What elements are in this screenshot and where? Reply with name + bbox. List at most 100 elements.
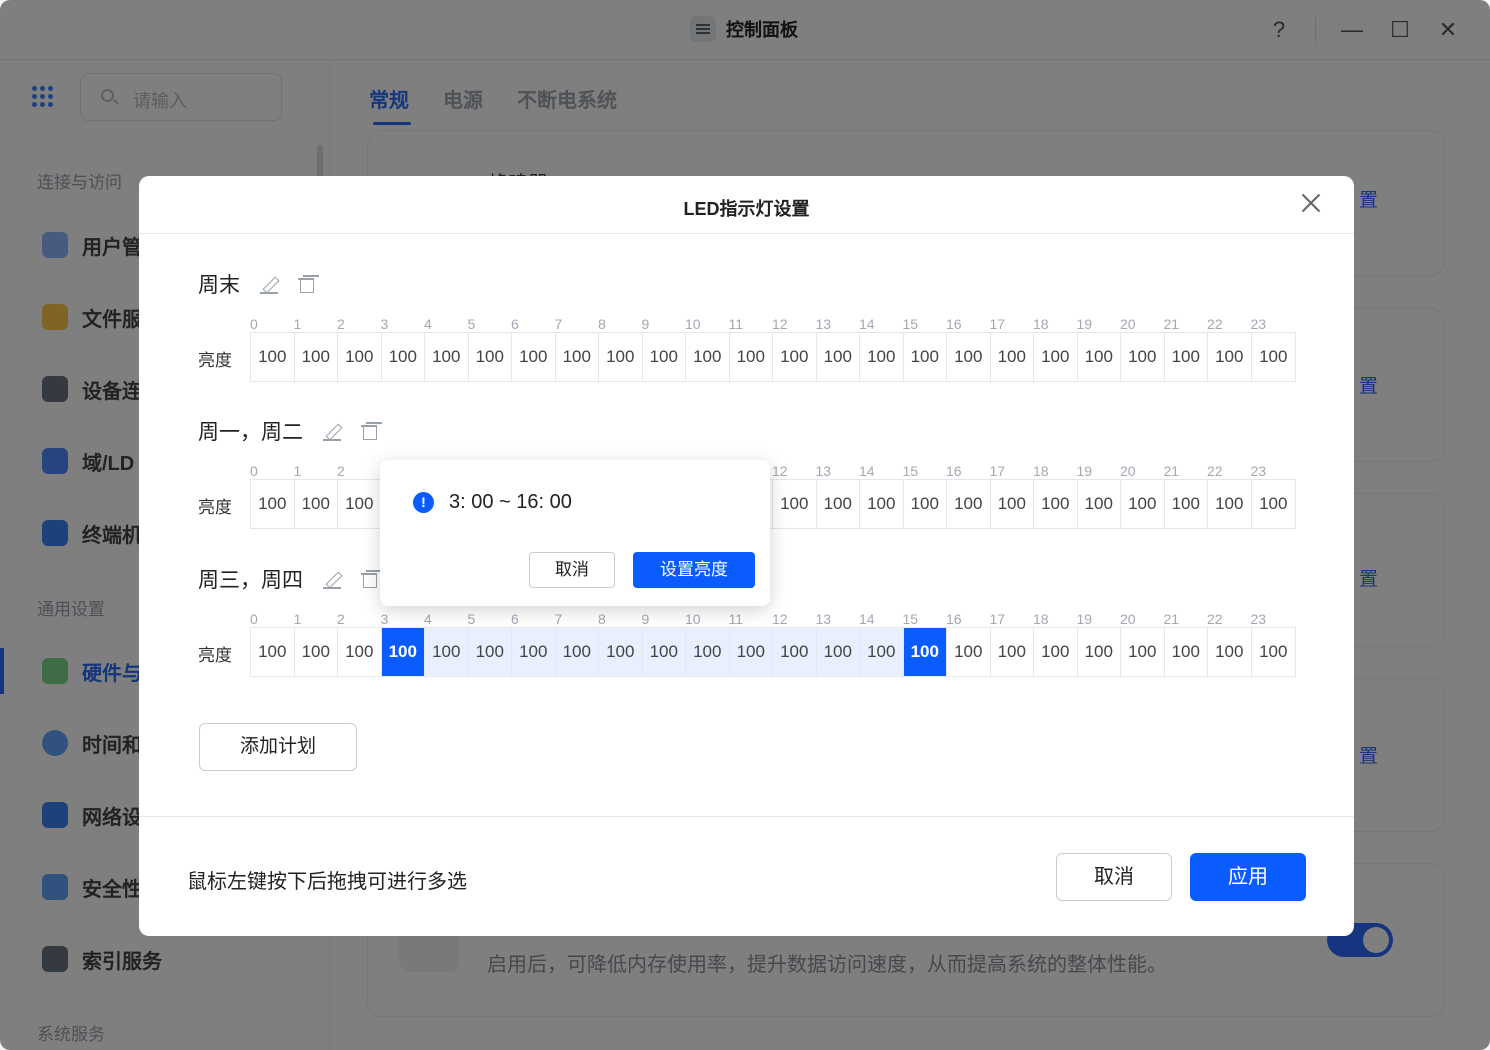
edit-icon[interactable] [260,275,278,294]
brightness-cell[interactable]: 100 [1034,628,1078,676]
brightness-cell[interactable]: 100 [730,333,773,381]
brightness-cell[interactable]: 100 [816,628,860,676]
hour-tick: 6 [511,316,519,332]
hour-tick: 17 [989,316,1006,332]
brightness-cell[interactable]: 100 [904,333,947,381]
brightness-cell[interactable]: 100 [1165,333,1208,381]
hour-tick: 18 [1033,611,1049,627]
brightness-cell[interactable]: 100 [425,628,469,676]
brightness-cell[interactable]: 100 [469,333,512,381]
brightness-cell[interactable]: 100 [903,628,947,676]
brightness-cell[interactable]: 100 [773,480,817,528]
brightness-cell[interactable]: 100 [1165,628,1208,676]
brightness-cell[interactable]: 100 [338,628,382,676]
hour-tick: 20 [1120,611,1136,627]
brightness-cell[interactable]: 100 [1208,480,1252,528]
hour-axis: 01234567891011121314151617181920212223 [250,611,1294,627]
brightness-cell[interactable]: 100 [860,480,904,528]
brightness-cell[interactable]: 100 [1121,480,1165,528]
brightness-cell[interactable]: 100 [1034,480,1078,528]
brightness-cell[interactable]: 100 [686,333,730,381]
brightness-cell[interactable]: 100 [251,628,295,676]
cancel-button[interactable]: 取消 [1056,853,1172,901]
brightness-cell[interactable]: 100 [338,480,382,528]
hour-tick: 8 [598,316,606,332]
brightness-cell[interactable]: 100 [556,333,599,381]
brightness-cell[interactable]: 100 [382,333,425,381]
brightness-cell[interactable]: 100 [1078,333,1121,381]
delete-icon[interactable] [298,275,314,293]
plan-name: 周三，周四 [198,569,303,592]
brightness-cell[interactable]: 100 [1121,333,1165,381]
brightness-cell[interactable]: 100 [1208,628,1252,676]
hour-tick: 6 [511,611,519,627]
brightness-cell[interactable]: 100 [860,628,904,676]
close-icon[interactable] [1299,191,1323,215]
brightness-cell[interactable]: 100 [512,628,556,676]
brightness-cell[interactable]: 100 [860,333,904,381]
plan-header-weekend: 周末 [198,269,314,299]
brightness-cell[interactable]: 100 [947,628,991,676]
brightness-cell[interactable]: 100 [555,628,599,676]
brightness-cell[interactable]: 100 [773,628,817,676]
hour-tick: 15 [902,611,919,627]
brightness-cell[interactable]: 100 [251,333,295,381]
hour-tick: 23 [1250,316,1267,332]
brightness-cell[interactable]: 100 [1034,333,1078,381]
brightness-cell[interactable]: 100 [1165,480,1208,528]
brightness-cell[interactable]: 100 [947,333,991,381]
delete-icon[interactable] [361,422,377,440]
brightness-cell[interactable]: 100 [338,333,382,381]
brightness-cell[interactable]: 100 [295,333,338,381]
add-plan-button[interactable]: 添加计划 [199,723,357,771]
hour-tick: 21 [1163,463,1180,479]
brightness-cell[interactable]: 100 [599,628,643,676]
hour-tick: 23 [1250,611,1267,627]
brightness-cell[interactable]: 100 [991,333,1034,381]
popover-cancel-button[interactable]: 取消 [529,552,615,588]
hour-tick: 18 [1033,463,1049,479]
brightness-cell[interactable]: 100 [1078,628,1121,676]
brightness-cell[interactable]: 100 [1252,480,1296,528]
brightness-cell[interactable]: 100 [1252,333,1296,381]
brightness-cell[interactable]: 100 [468,628,512,676]
brightness-cells: 100 100 100 100 100 100 100 100 100 100 100 100 100 1… [250,332,1296,382]
brightness-cell[interactable]: 100 [425,333,469,381]
hour-tick: 12 [772,316,788,332]
brightness-cell[interactable]: 100 [773,333,817,381]
delete-icon[interactable] [361,570,377,588]
brightness-cell[interactable]: 100 [947,480,991,528]
hour-tick: 10 [685,611,701,627]
brightness-cell[interactable]: 100 [381,628,425,676]
brightness-cell[interactable]: 100 [991,628,1034,676]
hour-tick: 1 [293,463,302,479]
apply-button[interactable]: 应用 [1190,853,1306,901]
brightness-cell[interactable]: 100 [686,628,730,676]
brightness-cell[interactable]: 100 [512,333,556,381]
hour-tick: 13 [815,463,832,479]
brightness-cell[interactable]: 100 [295,480,338,528]
brightness-cell[interactable]: 100 [599,333,643,381]
brightness-cell[interactable]: 100 [991,480,1034,528]
set-brightness-button[interactable]: 设置亮度 [633,552,755,588]
brightness-cell[interactable]: 100 [1208,333,1252,381]
brightness-cell[interactable]: 100 [1252,628,1296,676]
hour-tick: 14 [859,611,875,627]
hour-tick: 13 [815,611,832,627]
brightness-cell[interactable]: 100 [642,628,686,676]
brightness-popover: ! 3: 00 ~ 16: 00 取消 设置亮度 [380,460,770,606]
brightness-cell[interactable]: 100 [251,480,295,528]
brightness-cell[interactable]: 100 [904,480,947,528]
brightness-cell[interactable]: 100 [817,480,860,528]
edit-icon[interactable] [323,570,341,589]
brightness-cell[interactable]: 100 [643,333,686,381]
hour-tick: 15 [902,463,919,479]
brightness-cell[interactable]: 100 [295,628,338,676]
brightness-cell[interactable]: 100 [1078,480,1121,528]
edit-icon[interactable] [323,422,341,441]
hour-tick: 7 [554,316,563,332]
brightness-cell[interactable]: 100 [1121,628,1165,676]
brightness-cell[interactable]: 100 [817,333,860,381]
hour-tick: 4 [424,316,432,332]
brightness-cell[interactable]: 100 [729,628,773,676]
